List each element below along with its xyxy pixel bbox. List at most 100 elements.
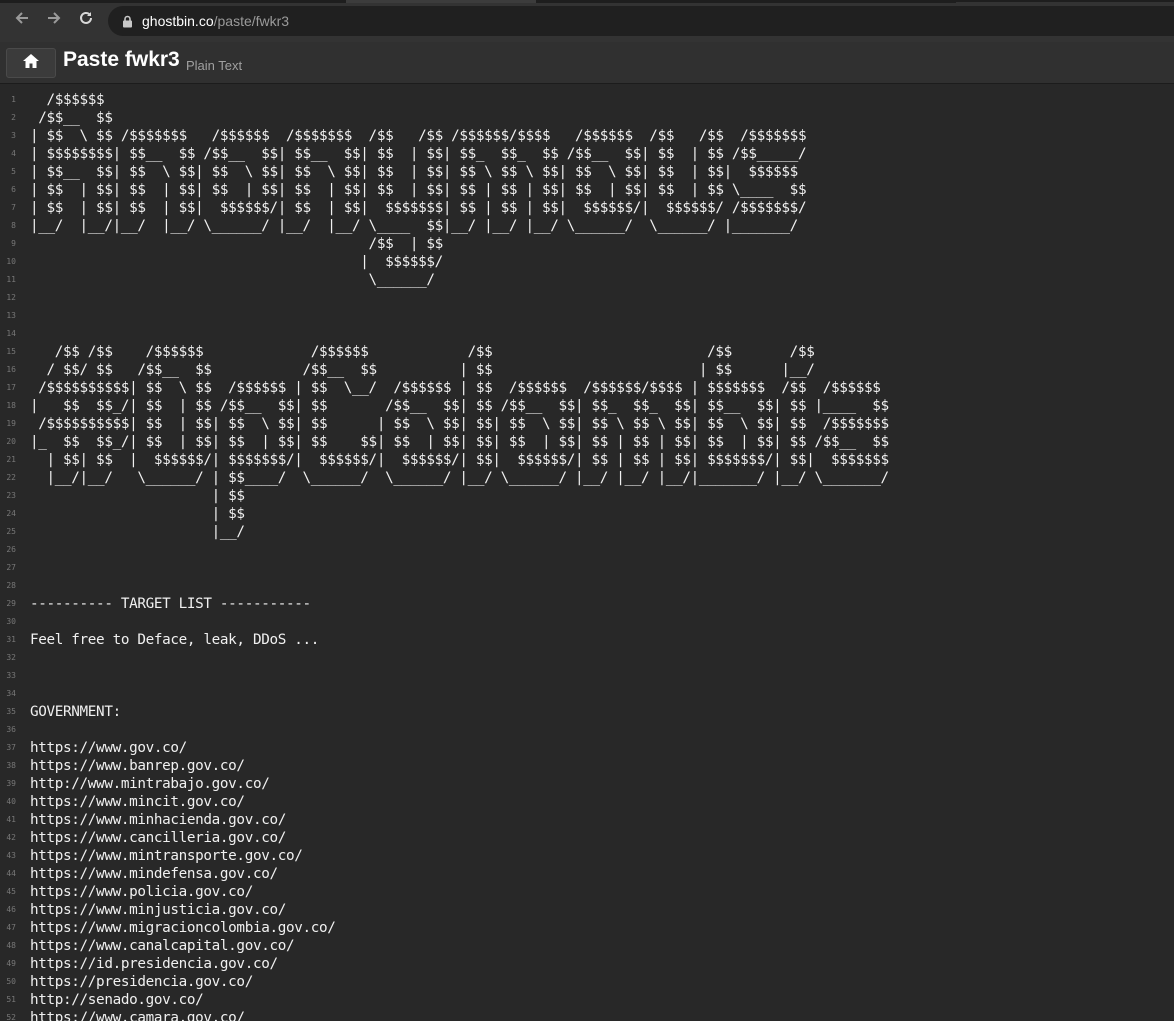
code-line: 50 https://presidencia.gov.co/ xyxy=(0,973,1174,991)
line-number: 37 xyxy=(6,743,16,752)
line-text: /$$$$$$ xyxy=(30,92,105,108)
line-number: 38 xyxy=(6,761,16,770)
line-number: 3 xyxy=(11,131,16,140)
line-number: 47 xyxy=(6,923,16,932)
line-text: | $$ | $$| $$ | $$| $$ | $$| $$ | $$| $$… xyxy=(30,182,807,198)
home-button[interactable] xyxy=(6,48,56,78)
line-text: https://www.canalcapital.gov.co/ xyxy=(30,938,295,954)
line-text: | $$$$$$$$| $$__ $$ /$$__ $$| $$__ $$| $… xyxy=(30,146,807,162)
line-number: 19 xyxy=(6,419,16,428)
line-number: 36 xyxy=(6,725,16,734)
code-line: 13 xyxy=(0,307,1174,325)
code-line: 44 https://www.mindefensa.gov.co/ xyxy=(0,865,1174,883)
line-text: https://www.minjusticia.gov.co/ xyxy=(30,902,286,918)
line-number: 48 xyxy=(6,941,16,950)
code-line: 6 | $$ | $$| $$ | $$| $$ | $$| $$ | $$| $… xyxy=(0,181,1174,199)
code-line: 33 xyxy=(0,667,1174,685)
line-text: /$$__ $$ xyxy=(30,110,113,126)
line-number: 34 xyxy=(6,689,16,698)
line-text: | $$__ $$| $$ \ $$| $$ \ $$| $$ \ $$| $$… xyxy=(30,164,798,180)
line-number: 45 xyxy=(6,887,16,896)
code-line: 41 https://www.minhacienda.gov.co/ xyxy=(0,811,1174,829)
line-text: https://www.minhacienda.gov.co/ xyxy=(30,812,286,828)
paste-content: 1 /$$$$$$ 2 /$$__ $$ 3 | $$ \ $$ /$$$$$$$ /… xyxy=(0,91,1174,1021)
line-number: 50 xyxy=(6,977,16,986)
code-line: 38 https://www.banrep.gov.co/ xyxy=(0,757,1174,775)
line-number: 46 xyxy=(6,905,16,914)
code-line: 17 /$$$$$$$$$$| $$ \ $$ /$$$$$$ | $$ \__… xyxy=(0,379,1174,397)
tab-edge-active[interactable] xyxy=(346,0,536,3)
line-text: https://www.policia.gov.co/ xyxy=(30,884,253,900)
line-text: \______/ xyxy=(30,272,435,288)
code-line: 37 https://www.gov.co/ xyxy=(0,739,1174,757)
line-text: Feel free to Deface, leak, DDoS ... xyxy=(30,632,320,648)
line-text: | $$| $$ | $$$$$$/| $$$$$$$/| $$$$$$/| $… xyxy=(30,452,890,468)
code-line: 40 https://www.mincit.gov.co/ xyxy=(0,793,1174,811)
line-number: 14 xyxy=(6,329,16,338)
line-number: 30 xyxy=(6,617,16,626)
code-line: 49 https://id.presidencia.gov.co/ xyxy=(0,955,1174,973)
code-line: 15 /$$ /$$ /$$$$$$ /$$$$$$ /$$ /$$ /$$ xyxy=(0,343,1174,361)
line-text: https://www.cancilleria.gov.co/ xyxy=(30,830,286,846)
code-line: 52 https://www.camara.gov.co/ xyxy=(0,1009,1174,1021)
code-line: 48 https://www.canalcapital.gov.co/ xyxy=(0,937,1174,955)
url-host: ghostbin.co xyxy=(142,13,214,29)
code-line: 7 | $$ | $$| $$ | $$| $$$$$$/| $$ | $$| $… xyxy=(0,199,1174,217)
line-text: | $$ | $$| $$ | $$| $$$$$$/| $$ | $$| $$… xyxy=(30,200,807,216)
page-title: Paste fwkr3 xyxy=(63,48,180,71)
code-line: 29 ---------- TARGET LIST ----------- xyxy=(0,595,1174,613)
line-number: 5 xyxy=(11,167,16,176)
line-number: 2 xyxy=(11,113,16,122)
line-number: 23 xyxy=(6,491,16,500)
code-line: 4 | $$$$$$$$| $$__ $$ /$$__ $$| $$__ $$| … xyxy=(0,145,1174,163)
paste-header: Paste fwkr3 Plain Text xyxy=(0,42,1174,84)
code-line: 19 /$$$$$$$$$$| $$ | $$| $$ \ $$| $$ | $… xyxy=(0,415,1174,433)
code-line: 5 | $$__ $$| $$ \ $$| $$ \ $$| $$ \ $$| $… xyxy=(0,163,1174,181)
line-text: https://presidencia.gov.co/ xyxy=(30,974,253,990)
line-text: ---------- TARGET LIST ----------- xyxy=(30,596,311,612)
code-line: 8 |__/ |__/|__/ |__/ \______/ |__/ |__/ \… xyxy=(0,217,1174,235)
code-line: 25 |__/ xyxy=(0,523,1174,541)
code-line: 21 | $$| $$ | $$$$$$/| $$$$$$$/| $$$$$$/… xyxy=(0,451,1174,469)
language-label: Plain Text xyxy=(186,58,243,73)
line-text: https://id.presidencia.gov.co/ xyxy=(30,956,278,972)
line-number: 9 xyxy=(11,239,16,248)
line-number: 7 xyxy=(11,203,16,212)
line-text: | $$ $$_/| $$ | $$ /$$__ $$| $$ /$$__ $$… xyxy=(30,398,889,414)
code-line: 10 | $$$$$$/ xyxy=(0,253,1174,271)
code-line: 14 xyxy=(0,325,1174,343)
forward-arrow-icon[interactable] xyxy=(42,9,66,33)
code-line: 26 xyxy=(0,541,1174,559)
code-line: 18 | $$ $$_/| $$ | $$ /$$__ $$| $$ /$$__ … xyxy=(0,397,1174,415)
line-number: 25 xyxy=(6,527,16,536)
line-text: /$$ /$$ /$$$$$$ /$$$$$$ /$$ /$$ /$$ xyxy=(30,344,815,360)
line-number: 39 xyxy=(6,779,16,788)
line-number: 21 xyxy=(6,455,16,464)
line-text: | $$ \ $$ /$$$$$$$ /$$$$$$ /$$$$$$$ /$$ … xyxy=(30,128,807,144)
tab-edge-right xyxy=(536,0,956,3)
address-bar[interactable]: ghostbin.co/paste/fwkr3 xyxy=(108,6,1174,36)
line-number: 24 xyxy=(6,509,16,518)
code-line: 39 http://www.mintrabajo.gov.co/ xyxy=(0,775,1174,793)
line-number: 29 xyxy=(6,599,16,608)
line-number: 32 xyxy=(6,653,16,662)
url-text[interactable]: ghostbin.co/paste/fwkr3 xyxy=(142,13,289,29)
line-text: /$$$$$$$$$$| $$ | $$| $$ \ $$| $$ | $$ \… xyxy=(30,416,889,432)
code-line: 12 xyxy=(0,289,1174,307)
line-number: 52 xyxy=(6,1013,16,1021)
code-line: 9 /$$ | $$ xyxy=(0,235,1174,253)
line-number: 51 xyxy=(6,995,16,1004)
back-arrow-icon[interactable] xyxy=(10,9,34,33)
line-text: https://www.camara.gov.co/ xyxy=(30,1010,245,1021)
line-text: |__/ |__/|__/ |__/ \______/ |__/ |__/ \_… xyxy=(30,218,798,234)
lock-icon[interactable] xyxy=(120,14,134,28)
code-line: 34 xyxy=(0,685,1174,703)
code-line: 31 Feel free to Deface, leak, DDoS ... xyxy=(0,631,1174,649)
reload-icon[interactable] xyxy=(74,9,98,33)
line-text: https://www.migracioncolombia.gov.co/ xyxy=(30,920,336,936)
browser-chrome: ghostbin.co/paste/fwkr3 xyxy=(0,0,1174,42)
code-line: 16 / $$/ $$ /$$__ $$ /$$__ $$ | $$ | $$ … xyxy=(0,361,1174,379)
line-number: 49 xyxy=(6,959,16,968)
code-line: 46 https://www.minjusticia.gov.co/ xyxy=(0,901,1174,919)
code-line: 42 https://www.cancilleria.gov.co/ xyxy=(0,829,1174,847)
